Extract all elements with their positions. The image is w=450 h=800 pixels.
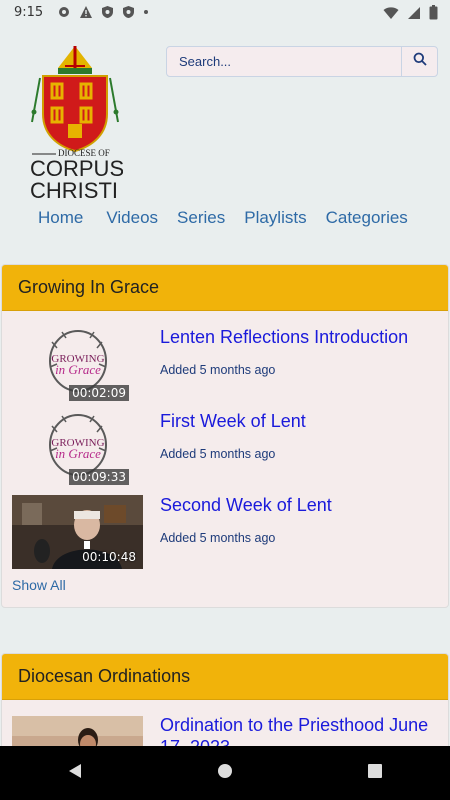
video-title[interactable]: Second Week of Lent: [160, 495, 332, 516]
svg-text:in Grace: in Grace: [55, 446, 101, 461]
video-thumbnail[interactable]: GROWING in Grace 00:02:09: [12, 327, 143, 401]
video-title[interactable]: Lenten Reflections Introduction: [160, 327, 408, 348]
search-box: [166, 46, 438, 77]
search-input[interactable]: [167, 47, 401, 76]
nav-home[interactable]: Home: [38, 208, 83, 228]
video-added: Added 5 months ago: [160, 531, 276, 545]
battery-icon: [429, 5, 438, 23]
video-item[interactable]: GROWING in Grace 00:09:33 First Week of …: [12, 411, 442, 485]
nav-videos[interactable]: Videos: [106, 208, 158, 228]
wifi-icon: [383, 6, 399, 23]
nav-series[interactable]: Series: [177, 208, 225, 228]
status-time: 9:15: [14, 5, 44, 20]
system-nav-bar: [0, 746, 450, 800]
search-button[interactable]: [401, 47, 437, 76]
video-added: Added 5 months ago: [160, 363, 276, 377]
video-item[interactable]: GROWING in Grace 00:02:09 Lenten Reflect…: [12, 327, 442, 401]
settings-icon: [57, 5, 71, 19]
nav-playlists[interactable]: Playlists: [244, 208, 306, 228]
warning-icon: [79, 5, 93, 19]
video-duration: 00:02:09: [69, 385, 129, 401]
series-section-growing-in-grace: Growing In Grace GROWING in Grace 00:02:…: [1, 264, 449, 608]
site-header: DIOCESE OF CORPUS CHRISTI Home Videos Se…: [0, 26, 450, 264]
shield-icon: [122, 5, 135, 19]
nav-categories[interactable]: Categories: [326, 208, 408, 228]
home-icon[interactable]: [216, 762, 234, 785]
video-item[interactable]: 00:10:48 Second Week of Lent Added 5 mon…: [12, 495, 442, 569]
main-nav: Home Videos Series Playlists Categories: [38, 208, 408, 228]
svg-text:in Grace: in Grace: [55, 362, 101, 377]
status-bar: 9:15: [0, 0, 450, 26]
video-duration: 00:09:33: [69, 469, 129, 485]
signal-icon: [407, 6, 421, 23]
video-thumbnail[interactable]: GROWING in Grace 00:09:33: [12, 411, 143, 485]
search-icon: [413, 52, 427, 71]
section-title[interactable]: Diocesan Ordinations: [2, 654, 448, 700]
video-added: Added 5 months ago: [160, 447, 276, 461]
section-title[interactable]: Growing In Grace: [2, 265, 448, 311]
shield-icon: [101, 5, 114, 19]
dot-icon: [143, 5, 149, 19]
back-icon[interactable]: [66, 762, 84, 785]
video-title[interactable]: First Week of Lent: [160, 411, 306, 432]
status-icons-right: [383, 5, 438, 23]
diocese-logo[interactable]: DIOCESE OF CORPUS CHRISTI: [28, 44, 124, 203]
logo-line3: CHRISTI: [30, 178, 118, 199]
video-duration: 00:10:48: [82, 550, 136, 564]
video-thumbnail[interactable]: 00:10:48: [12, 495, 143, 569]
status-icons-left: [57, 5, 149, 19]
recents-icon[interactable]: [366, 762, 384, 785]
show-all-link[interactable]: Show All: [12, 577, 66, 593]
